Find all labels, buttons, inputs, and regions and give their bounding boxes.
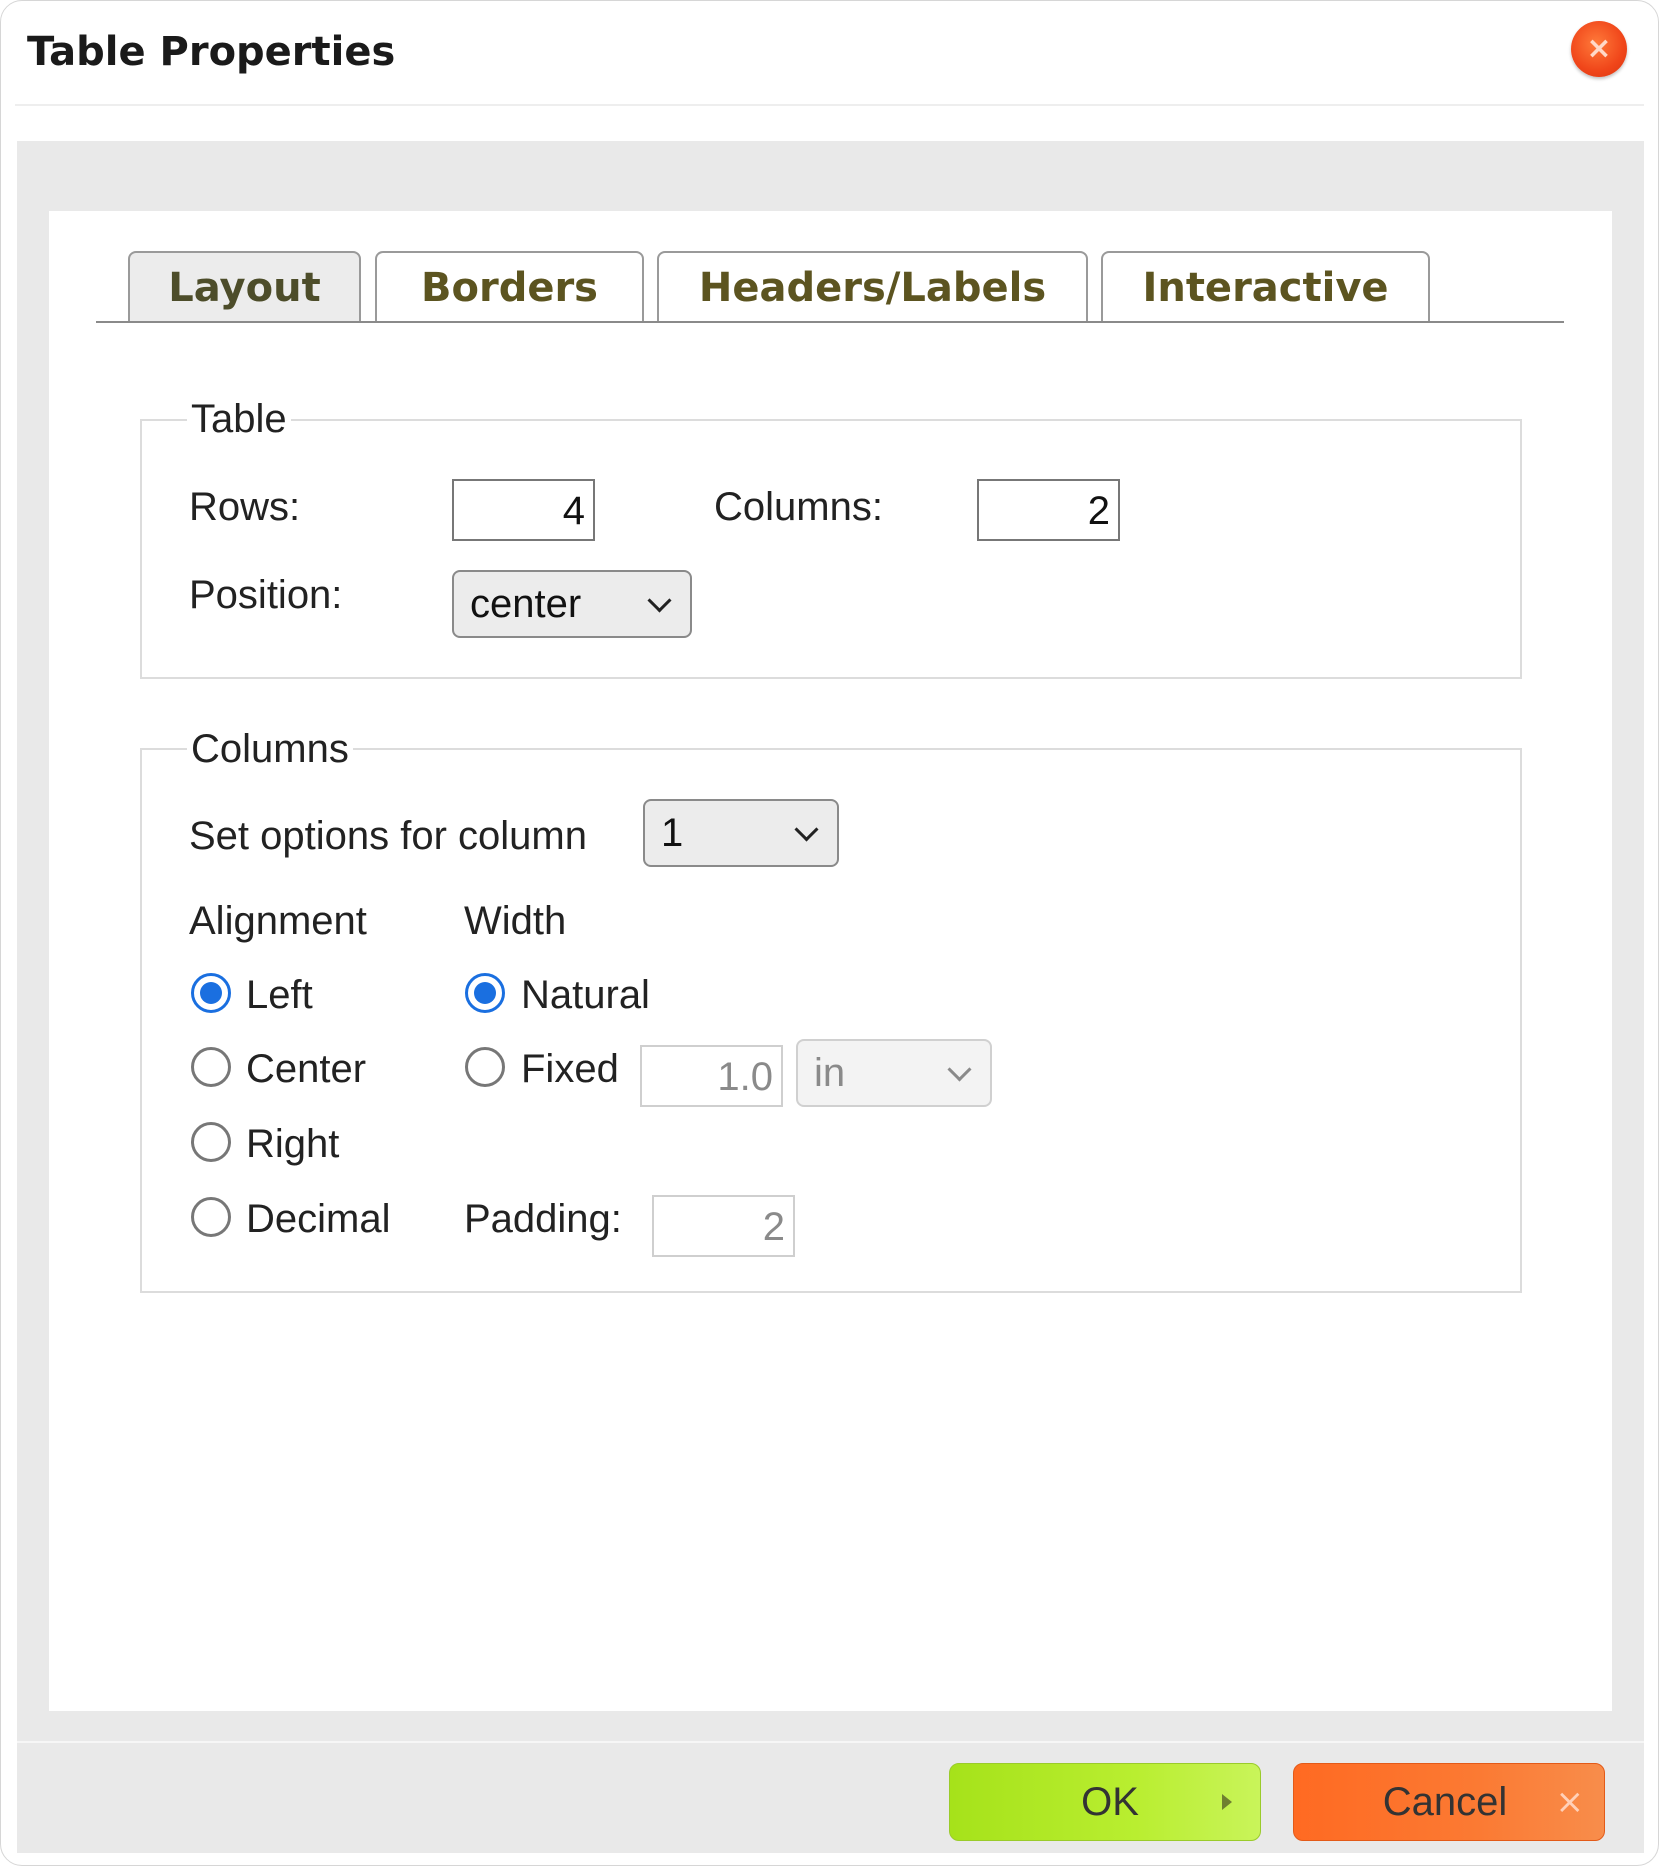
close-button[interactable]: × — [1571, 21, 1627, 77]
tab-borders[interactable]: Borders — [375, 251, 644, 322]
ok-button-label: OK — [1081, 1779, 1139, 1824]
width-natural-radio[interactable] — [465, 973, 505, 1013]
rows-input[interactable]: 4 — [452, 479, 595, 541]
align-right-radio[interactable] — [191, 1122, 231, 1162]
tab-interactive[interactable]: Interactive — [1101, 251, 1430, 322]
align-decimal-radio[interactable] — [191, 1197, 231, 1237]
width-fixed-radio[interactable] — [465, 1047, 505, 1087]
title-bar: Table Properties × — [1, 1, 1658, 106]
ok-button[interactable]: OK — [949, 1763, 1261, 1841]
columns-label: Columns: — [714, 485, 883, 529]
tab-headers-labels[interactable]: Headers/Labels — [657, 251, 1088, 322]
x-icon: × — [1555, 1782, 1585, 1822]
chevron-down-icon — [794, 817, 819, 842]
table-fieldset — [140, 419, 1522, 679]
rows-label: Rows: — [189, 485, 301, 529]
width-fixed-label[interactable]: Fixed — [521, 1047, 619, 1092]
columns-input[interactable]: 2 — [977, 479, 1120, 541]
chevron-down-icon — [647, 588, 672, 613]
position-select[interactable]: center — [452, 570, 692, 638]
position-select-value: center — [470, 581, 582, 626]
align-center-radio[interactable] — [191, 1047, 231, 1087]
align-left-radio[interactable] — [191, 973, 231, 1013]
columns-legend: Columns — [187, 727, 353, 772]
width-header: Width — [464, 899, 567, 943]
table-properties-dialog: Table Properties × Layout Borders Header… — [0, 0, 1659, 1866]
width-natural-label[interactable]: Natural — [521, 973, 650, 1018]
align-left-label[interactable]: Left — [246, 973, 313, 1018]
fixed-unit-value: in — [814, 1050, 846, 1095]
play-icon — [1222, 1794, 1232, 1810]
alignment-header: Alignment — [189, 899, 367, 943]
chevron-down-icon — [947, 1057, 972, 1082]
column-select-value: 1 — [661, 810, 684, 855]
position-label: Position: — [189, 573, 343, 617]
table-legend: Table — [187, 397, 291, 442]
close-icon: × — [1586, 31, 1612, 66]
set-options-label: Set options for column — [189, 814, 587, 858]
cancel-button[interactable]: Cancel × — [1293, 1763, 1605, 1841]
align-right-label[interactable]: Right — [246, 1122, 339, 1167]
fixed-unit-select[interactable]: in — [796, 1039, 992, 1107]
tab-strip-line — [96, 321, 1564, 323]
column-select[interactable]: 1 — [643, 799, 839, 867]
padding-label: Padding: — [464, 1197, 622, 1241]
dialog-title: Table Properties — [27, 29, 396, 75]
fixed-width-input[interactable]: 1.0 — [640, 1045, 783, 1107]
padding-input[interactable]: 2 — [652, 1195, 795, 1257]
title-divider — [15, 104, 1644, 106]
align-center-label[interactable]: Center — [246, 1047, 366, 1092]
tab-layout[interactable]: Layout — [128, 251, 361, 322]
align-decimal-label[interactable]: Decimal — [246, 1197, 390, 1242]
